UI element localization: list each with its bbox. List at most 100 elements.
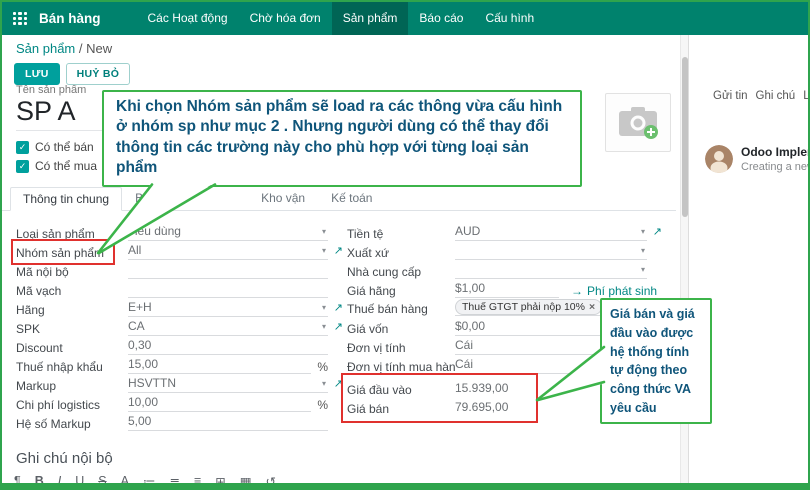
menu-invoices[interactable]: Chờ hóa đơn: [239, 2, 332, 35]
product-image-upload[interactable]: [605, 93, 671, 152]
currency-input[interactable]: AUD▾↗: [455, 224, 647, 241]
spk-input[interactable]: CA▾↗: [128, 319, 328, 336]
editor-bold-icon[interactable]: B: [35, 474, 44, 489]
chevron-down-icon[interactable]: ▾: [641, 224, 645, 239]
check-icon: ✓: [19, 161, 27, 171]
vendor-price-input[interactable]: $1,00: [455, 281, 559, 298]
tab-accounting[interactable]: Kế toán: [318, 186, 385, 210]
internal-link-icon[interactable]: ↗: [653, 225, 662, 240]
product-name-input[interactable]: SP A: [16, 96, 76, 127]
field-label: Chi phí logistics: [16, 398, 128, 412]
editor-textcolor-icon[interactable]: A: [121, 474, 129, 489]
editor-undo-icon[interactable]: ↺: [266, 474, 276, 489]
field-label: Giá đầu vào: [347, 383, 455, 397]
field-label: Hãng: [16, 303, 128, 317]
top-navbar: Bán hàng Các Hoạt động Chờ hóa đơn Sản p…: [2, 2, 808, 35]
message-author: Odoo Implemen: [741, 145, 808, 159]
field-label: SPK: [16, 322, 128, 336]
logistics-cost-input[interactable]: 10,00: [128, 395, 311, 412]
field-logistics-cost: Chi phí logistics 10,00 %: [16, 394, 328, 412]
chevron-down-icon[interactable]: ▾: [641, 243, 645, 258]
editor-toolbar: ¶ B I U S A ≔ ≣ ≡ ⊞ ▦ ↺: [14, 474, 276, 489]
can-buy-checkbox[interactable]: ✓: [16, 160, 29, 173]
field-currency: Tiền tệ AUD▾↗: [347, 223, 647, 241]
message-subtitle: Creating a new: [741, 161, 808, 173]
product-name-label: Tên sản phẩm: [16, 84, 86, 96]
editor-strikethrough-icon[interactable]: S: [98, 474, 106, 489]
field-label: Hệ số Markup: [16, 417, 128, 431]
save-button[interactable]: LƯU: [14, 63, 60, 85]
tab-general-info[interactable]: Thông tin chung: [10, 187, 122, 211]
send-message-button[interactable]: Gửi tin: [713, 90, 748, 102]
person-icon: [705, 145, 733, 173]
field-label: Xuất xứ: [347, 246, 455, 260]
field-label: Thuế nhập khẩu: [16, 360, 128, 374]
breadcrumb-separator: /: [79, 41, 83, 56]
internal-link-icon[interactable]: ↗: [334, 377, 343, 392]
editor-table-icon[interactable]: ⊞: [215, 474, 225, 489]
camera-icon: [617, 104, 659, 142]
chevron-down-icon[interactable]: ▾: [322, 376, 326, 391]
tab-inventory[interactable]: Kho vận: [248, 186, 318, 210]
discount-input[interactable]: 0,30: [128, 338, 328, 355]
chevron-down-icon[interactable]: ▾: [322, 243, 326, 258]
check-icon: ✓: [19, 142, 27, 152]
internal-link-icon[interactable]: ↗: [334, 301, 343, 316]
schedule-activity-button[interactable]: L: [803, 90, 808, 102]
tag-remove-icon[interactable]: ×: [589, 301, 595, 313]
apps-menu-icon[interactable]: [13, 12, 27, 26]
field-markup: Markup HSVTTN▾↗: [16, 375, 328, 393]
editor-italic-icon[interactable]: I: [58, 474, 61, 489]
brand-input[interactable]: E+H▾↗: [128, 300, 328, 317]
editor-list-ul-icon[interactable]: ≔: [143, 474, 156, 489]
menu-reports[interactable]: Báo cáo: [408, 2, 474, 35]
app-name[interactable]: Bán hàng: [39, 11, 101, 26]
menu-settings[interactable]: Cấu hình: [474, 2, 545, 35]
chevron-down-icon[interactable]: ▾: [641, 262, 645, 277]
menu-activities[interactable]: Các Hoạt động: [137, 2, 239, 35]
field-label: Mã nội bộ: [16, 265, 128, 279]
field-brand: Hãng E+H▾↗: [16, 299, 328, 317]
product-category-input[interactable]: All▾↗: [128, 243, 328, 260]
menu-products[interactable]: Sản phẩm: [332, 2, 409, 35]
field-vendor-price: Giá hãng $1,00 →Phí phát sinh: [347, 280, 647, 298]
internal-link-icon[interactable]: ↗: [334, 244, 343, 259]
import-tax-input[interactable]: 15,00: [128, 357, 311, 374]
barcode-input[interactable]: [128, 281, 328, 298]
editor-media-icon[interactable]: ▦: [240, 474, 252, 489]
field-label: Đơn vị tính: [347, 341, 455, 355]
breadcrumb-parent[interactable]: Sản phẩm: [16, 41, 75, 56]
markup-input[interactable]: HSVTTN▾↗: [128, 376, 328, 393]
chevron-down-icon[interactable]: ▾: [322, 300, 326, 315]
field-label: Discount: [16, 341, 128, 355]
origin-input[interactable]: ▾: [455, 243, 647, 260]
editor-underline-icon[interactable]: U: [75, 474, 84, 489]
chatter-message: Odoo Implemen Creating a new: [705, 145, 808, 173]
log-note-button[interactable]: Ghi chú: [756, 90, 796, 102]
can-sell-checkbox[interactable]: ✓: [16, 141, 29, 154]
vendor-input[interactable]: ▾: [455, 262, 647, 279]
can-buy-row: ✓ Có thể mua: [16, 159, 97, 173]
internal-link-icon[interactable]: ↗: [334, 320, 343, 335]
internal-ref-input[interactable]: [128, 262, 328, 279]
editor-align-icon[interactable]: ≡: [194, 474, 201, 489]
field-product-type: Loại sản phẩm Tiêu dùng▾: [16, 223, 328, 241]
discard-button[interactable]: HUỶ BỎ: [66, 63, 131, 85]
annotation-callout-price: Giá bán và giá đầu vào được hệ thống tín…: [600, 298, 712, 424]
breadcrumb: Sản phẩm / New: [16, 41, 112, 56]
annotation-callout-category: Khi chọn Nhóm sản phẩm sẽ load ra các th…: [102, 90, 582, 187]
form-button-row: LƯU HUỶ BỎ: [14, 63, 130, 85]
chevron-down-icon[interactable]: ▾: [322, 224, 326, 239]
chevron-down-icon[interactable]: ▾: [322, 319, 326, 334]
field-label: Nhà cung cấp: [347, 265, 455, 279]
field-label: Mã vạch: [16, 284, 128, 298]
tab-variants[interactable]: Biến thể: [122, 186, 248, 210]
editor-paragraph-icon[interactable]: ¶: [14, 474, 21, 489]
product-type-input[interactable]: Tiêu dùng▾: [128, 224, 328, 241]
extra-fees-action[interactable]: →Phí phát sinh: [571, 284, 657, 298]
tax-tag[interactable]: Thuế GTGT phải nộp 10%×: [455, 299, 602, 315]
field-label: Thuế bán hàng: [347, 302, 455, 316]
markup-factor-input[interactable]: 5,00: [128, 414, 328, 431]
editor-list-ol-icon[interactable]: ≣: [169, 474, 179, 489]
arrow-right-icon: →: [571, 284, 583, 298]
